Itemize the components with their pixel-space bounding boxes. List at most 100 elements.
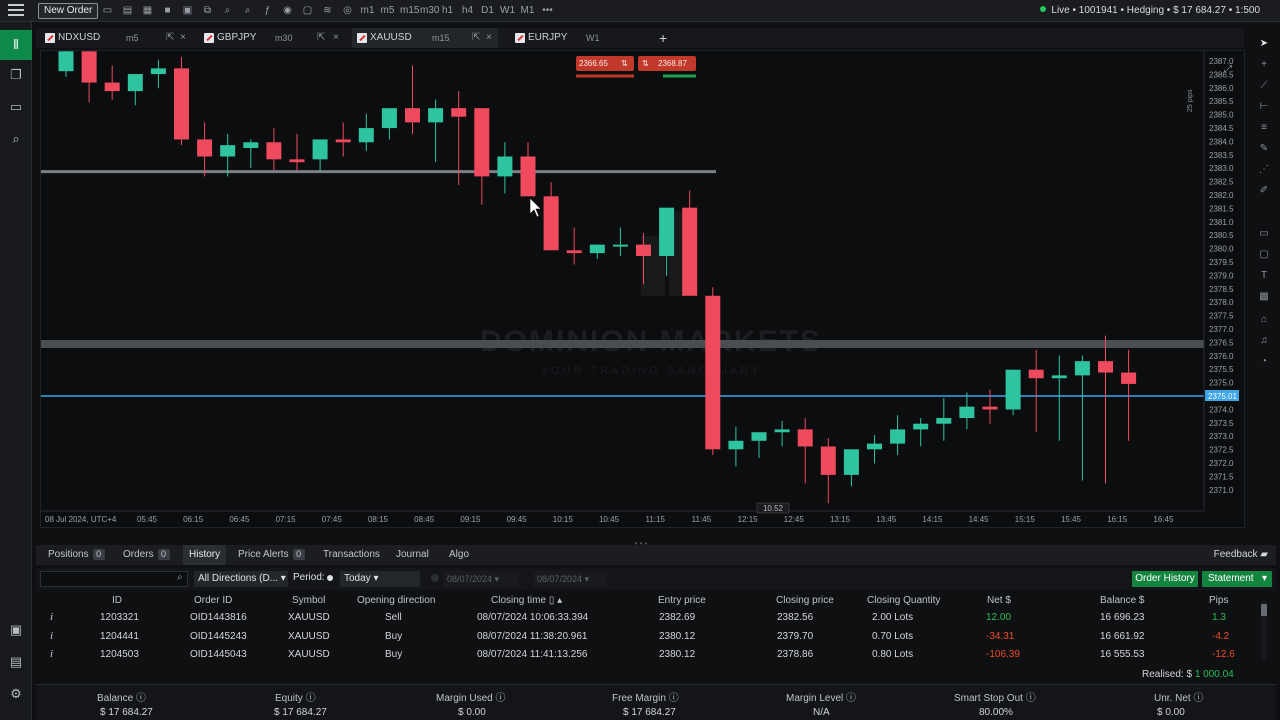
info-icon[interactable]: ⓘ (846, 693, 856, 704)
table-scrollbar[interactable] (1261, 602, 1267, 662)
tab-timeframe[interactable]: m15 (432, 28, 450, 48)
close-icon[interactable]: × (180, 28, 186, 48)
tab-xauusd[interactable]: XAUUSD m15 ⇱ × (352, 28, 498, 48)
candle-body[interactable] (612, 244, 628, 247)
tf-m30-icon[interactable]: m30 (420, 3, 439, 18)
channel-icon[interactable]: ≡ (1256, 120, 1272, 136)
tab-history[interactable]: History (183, 545, 227, 565)
row-info-icon[interactable]: i (50, 611, 58, 624)
candle-body[interactable] (174, 68, 189, 140)
multi-chart-icon[interactable]: ▣ (180, 3, 195, 18)
candle-body[interactable] (474, 108, 490, 177)
add-tab-icon[interactable]: + (659, 28, 667, 48)
tab-journal[interactable]: Journal (390, 545, 435, 565)
chart-mode-icon[interactable]: ▭ (100, 3, 115, 18)
price-chart[interactable]: DOMINION MARKETSYOUR TRADING SANCTUARY23… (40, 50, 1245, 528)
account-status[interactable]: Live • 1001941 • Hedging • $ 17 684.27 •… (1040, 5, 1260, 16)
tf-m5-icon[interactable]: m5 (380, 3, 395, 18)
filter-icon[interactable]: ▯ (549, 595, 555, 606)
more-icon[interactable]: ••• (540, 3, 555, 18)
candle-body[interactable] (289, 159, 305, 163)
single-chart-icon[interactable]: ■ (160, 3, 175, 18)
tf-w1-icon[interactable]: W1 (500, 3, 515, 18)
cursor-icon[interactable]: ➤ (1256, 36, 1272, 52)
crosshair-icon[interactable]: + (1256, 57, 1272, 73)
candle-body[interactable] (312, 139, 328, 160)
detach-icon[interactable]: ⇱ (472, 28, 480, 48)
table-row[interactable]: i 1204441 OID1445243 XAUUSD Buy 08/07/2024 11… (40, 628, 1260, 646)
candle-body[interactable] (58, 51, 74, 72)
candle-body[interactable] (543, 196, 559, 251)
info-icon[interactable]: ⓘ (495, 693, 505, 704)
candle-body[interactable] (1121, 372, 1137, 384)
period-select[interactable]: Today ▾ (340, 571, 420, 587)
fill-icon[interactable]: ▩ (1256, 289, 1272, 305)
dropdown-arrow-icon[interactable]: ▾ (1262, 571, 1267, 587)
tab-timeframe[interactable]: m5 (126, 28, 139, 48)
alert-bell-icon[interactable]: ♫ (1256, 333, 1272, 349)
row-info-icon[interactable]: i (50, 648, 58, 661)
copy-icon[interactable]: ▤ (0, 647, 32, 677)
date-to-input[interactable]: 08/07/2024 ▾ (533, 571, 607, 587)
candle-body[interactable] (497, 156, 513, 177)
statement-button[interactable]: Statement ▾ (1202, 571, 1272, 587)
info-icon[interactable]: ⓘ (136, 693, 146, 704)
info-icon[interactable]: ⓘ (669, 693, 679, 704)
horizontal-line-icon[interactable]: ⊢ (1256, 99, 1272, 115)
info-icon[interactable]: ⓘ (306, 693, 316, 704)
pencil-icon[interactable]: ✎ (1256, 141, 1272, 157)
line-tool-icon[interactable]: ⟋ (1256, 78, 1272, 94)
candle-body[interactable] (266, 142, 282, 160)
table-row[interactable]: i 1204503 OID1445043 XAUUSD Buy 08/07/2024 11… (40, 646, 1260, 664)
candle-body[interactable] (936, 418, 952, 424)
eye-icon[interactable]: ◎ (340, 3, 355, 18)
date-from-input[interactable]: 08/07/2024 ▾ (443, 571, 519, 587)
tab-positions[interactable]: Positions 0 (42, 545, 111, 565)
candle-body[interactable] (1098, 361, 1113, 373)
col-pips[interactable]: Pips (1209, 595, 1228, 606)
tab-transactions[interactable]: Transactions (317, 545, 386, 565)
candle-body[interactable] (127, 74, 143, 92)
col-id[interactable]: ID (112, 595, 122, 606)
automate-icon[interactable]: ▣ (0, 615, 32, 645)
rectangle-icon[interactable]: ▭ (1256, 226, 1272, 242)
candle-body[interactable] (150, 68, 166, 75)
candle-body[interactable] (1074, 361, 1090, 376)
tf-mn1-icon[interactable]: M1 (520, 3, 535, 18)
candle-body[interactable] (820, 446, 836, 475)
scroll-thumb[interactable] (1261, 604, 1267, 616)
settings-gear-icon[interactable]: ⚙ (0, 679, 32, 709)
candle-body[interactable] (982, 406, 998, 410)
candle-body[interactable] (705, 295, 721, 450)
grid-icon[interactable]: ▦ (140, 3, 155, 18)
period-radio[interactable] (327, 575, 333, 581)
detach-icon[interactable]: ⧉ (200, 3, 215, 18)
indicators-icon[interactable]: ƒ (260, 3, 275, 18)
direction-select[interactable]: All Directions (D... ▾ (194, 571, 288, 587)
candle-body[interactable] (589, 244, 605, 254)
tf-m15-icon[interactable]: m15 (400, 3, 419, 18)
feedback-button[interactable]: Feedback ▰ (1214, 545, 1268, 565)
tf-d1-icon[interactable]: D1 (480, 3, 495, 18)
candle-body[interactable] (867, 443, 882, 450)
candle-body[interactable] (682, 207, 698, 296)
col-closing-quantity[interactable]: Closing Quantity (867, 595, 940, 606)
tf-m1-icon[interactable]: m1 (360, 3, 375, 18)
template-icon[interactable]: ⌂ (1256, 312, 1272, 328)
history-icon[interactable]: ◔ (1256, 354, 1272, 370)
candle-body[interactable] (220, 145, 236, 157)
candle-body[interactable] (381, 108, 397, 129)
col-order-id[interactable]: Order ID (194, 595, 232, 606)
tf-h1-icon[interactable]: h1 (440, 3, 455, 18)
table-row[interactable]: i 1203321 OID1443816 XAUUSD Sell 08/07/2024 1… (40, 609, 1260, 627)
tab-ndxusd[interactable]: NDXUSD m5 ⇱ × (40, 28, 194, 48)
tab-timeframe[interactable]: m30 (275, 28, 293, 48)
col-closing-price[interactable]: Closing price (776, 595, 834, 606)
candle-body[interactable] (751, 432, 767, 441)
candlestick-chart[interactable]: DOMINION MARKETSYOUR TRADING SANCTUARY23… (41, 51, 1246, 529)
tab-eurjpy[interactable]: EURJPY W1 (510, 28, 650, 48)
layout-icon[interactable]: ▤ (120, 3, 135, 18)
candle-body[interactable] (636, 244, 651, 256)
col-entry-price[interactable]: Entry price (658, 595, 706, 606)
candle-body[interactable] (451, 108, 467, 117)
